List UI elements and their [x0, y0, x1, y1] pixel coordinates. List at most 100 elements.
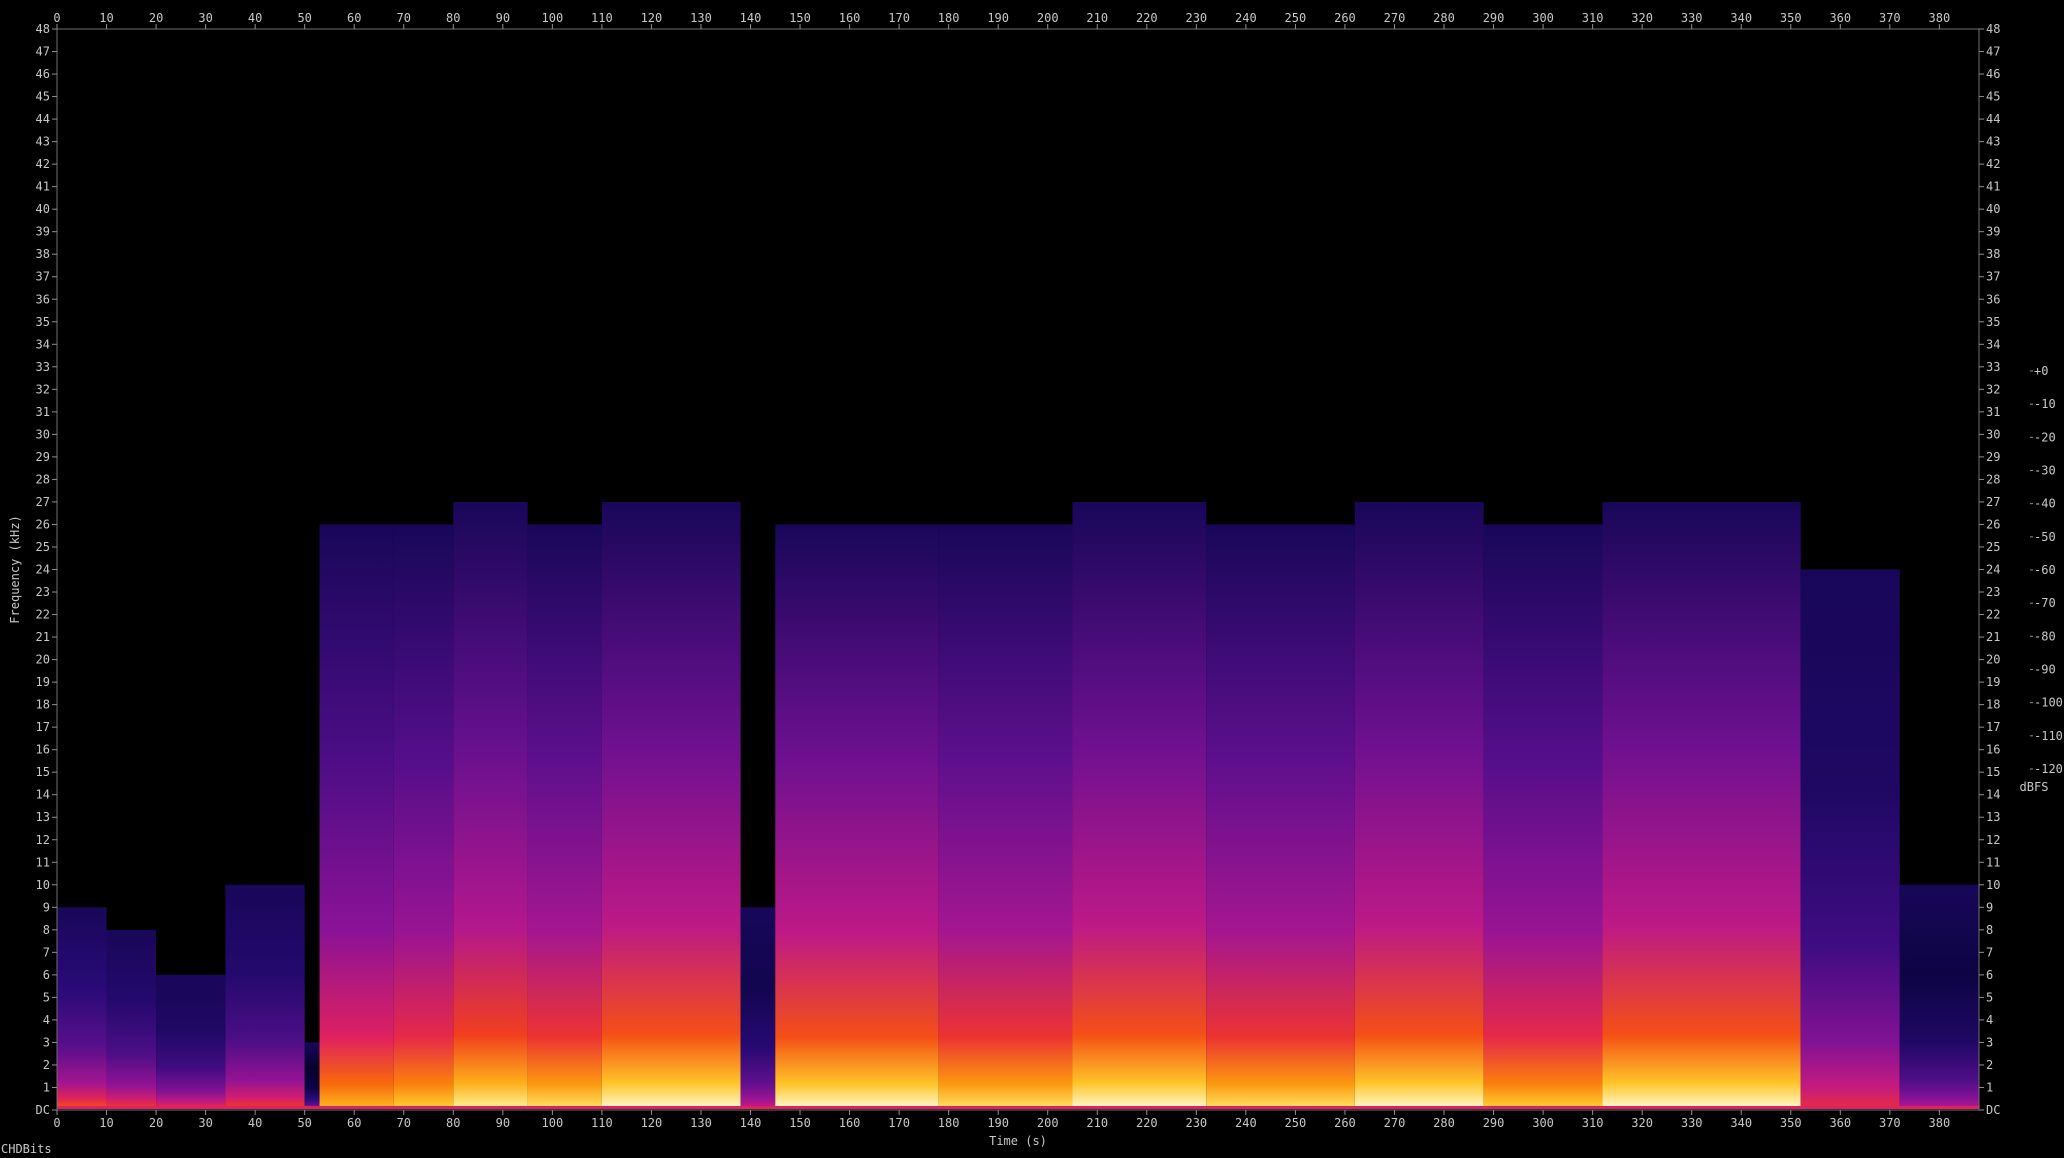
x-tick-label-top: 290 [1483, 11, 1505, 25]
x-tick-label-bottom: 80 [446, 1116, 460, 1130]
x-tick-label-top: 0 [53, 11, 60, 25]
x-tick-label-bottom: 10 [99, 1116, 113, 1130]
y-tick-label-left: 48 [36, 22, 50, 36]
y-tick-label-left: 1 [43, 1080, 50, 1094]
y-tick-label-left: 14 [36, 788, 50, 802]
colorbar-tick-label: -50 [2034, 530, 2056, 544]
x-tick-label-bottom: 320 [1631, 1116, 1653, 1130]
energy-segment [106, 929, 157, 1107]
x-tick-label-bottom: 30 [198, 1116, 212, 1130]
y-tick-label-left: 34 [36, 337, 50, 351]
x-tick-label-top: 30 [198, 11, 212, 25]
x-tick-label-bottom: 0 [53, 1116, 60, 1130]
y-tick-label-right: 45 [1986, 90, 2000, 104]
y-tick-label-right: 7 [1986, 945, 1993, 959]
x-tick-label-top: 20 [149, 11, 163, 25]
energy-segment [775, 524, 939, 1107]
y-tick-label-left: 29 [36, 450, 50, 464]
energy-segment [393, 524, 454, 1107]
y-tick-label-right: 11 [1986, 855, 2000, 869]
y-tick-label-left: 4 [43, 1013, 50, 1027]
y-tick-label-left: DC [36, 1103, 50, 1117]
x-tick-label-bottom: 20 [149, 1116, 163, 1130]
colorbar-tick-label: -10 [2034, 397, 2056, 411]
x-tick-label-top: 100 [542, 11, 564, 25]
x-tick-label-top: 90 [496, 11, 510, 25]
energy-segment [57, 907, 107, 1107]
y-tick-label-left: 37 [36, 270, 50, 284]
y-tick-label-right: 35 [1986, 315, 2000, 329]
y-tick-label-right: 34 [1986, 337, 2000, 351]
y-tick-label-left: 2 [43, 1058, 50, 1072]
y-tick-label-right: 42 [1986, 157, 2000, 171]
y-tick-label-right: 44 [1986, 112, 2000, 126]
x-tick-label-bottom: 350 [1780, 1116, 1802, 1130]
y-tick-label-left: 46 [36, 67, 50, 81]
x-tick-label-bottom: 50 [297, 1116, 311, 1130]
y-tick-label-right: DC [1986, 1103, 2000, 1117]
x-tick-label-bottom: 210 [1086, 1116, 1108, 1130]
y-tick-label-right: 36 [1986, 292, 2000, 306]
footer-source-label: CHDBits [1, 1142, 52, 1156]
x-tick-label-bottom: 110 [591, 1116, 613, 1130]
x-tick-label-top: 280 [1433, 11, 1455, 25]
y-tick-label-right: 47 [1986, 45, 2000, 59]
x-tick-label-top: 180 [938, 11, 960, 25]
energy-segment [601, 501, 741, 1107]
y-tick-label-left: 33 [36, 360, 50, 374]
colorbar-tick-label: -70 [2034, 596, 2056, 610]
y-tick-label-right: 46 [1986, 67, 2000, 81]
colorbar-tick-label: -20 [2034, 430, 2056, 444]
x-tick-label-bottom: 340 [1730, 1116, 1752, 1130]
x-tick-label-bottom: 120 [641, 1116, 663, 1130]
x-tick-label-bottom: 220 [1136, 1116, 1158, 1130]
y-tick-label-left: 24 [36, 563, 50, 577]
dc-baseline [57, 1106, 1979, 1109]
y-tick-label-right: 17 [1986, 720, 2000, 734]
y-tick-label-right: 38 [1986, 247, 2000, 261]
y-tick-label-right: 14 [1986, 788, 2000, 802]
y-tick-label-right: 29 [1986, 450, 2000, 464]
x-tick-label-bottom: 260 [1334, 1116, 1356, 1130]
x-tick-label-bottom: 130 [690, 1116, 712, 1130]
y-tick-label-left: 19 [36, 675, 50, 689]
y-tick-label-right: 8 [1986, 923, 1993, 937]
y-tick-label-right: 9 [1986, 900, 1993, 914]
x-tick-label-top: 110 [591, 11, 613, 25]
x-tick-label-bottom: 300 [1532, 1116, 1554, 1130]
y-tick-label-right: 12 [1986, 833, 2000, 847]
energy-segment [1354, 501, 1484, 1107]
spectral-energy-layer [57, 501, 1979, 1109]
y-tick-label-left: 15 [36, 765, 50, 779]
y-tick-label-left: 10 [36, 878, 50, 892]
x-tick-label-bottom: 70 [397, 1116, 411, 1130]
y-tick-label-left: 21 [36, 630, 50, 644]
x-tick-label-bottom: 310 [1582, 1116, 1604, 1130]
colorbar: +0 -10 -20 -30 -40 -50 -60 -70 -80 -90 -100 -110 -12… [2018, 364, 2063, 776]
y-tick-label-right: 16 [1986, 743, 2000, 757]
y-tick-label-right: 18 [1986, 698, 2000, 712]
y-tick-label-left: 43 [36, 135, 50, 149]
x-tick-label-top: 340 [1730, 11, 1752, 25]
y-tick-label-right: 40 [1986, 202, 2000, 216]
x-tick-label-top: 170 [888, 11, 910, 25]
y-tick-label-right: 26 [1986, 517, 2000, 531]
x-tick-label-top: 130 [690, 11, 712, 25]
x-tick-label-top: 350 [1780, 11, 1802, 25]
y-axis-left: DC12345678910111213141516171819202122232… [36, 22, 57, 1117]
x-tick-label-bottom: 270 [1384, 1116, 1406, 1130]
y-tick-label-right: 48 [1986, 22, 2000, 36]
y-tick-label-left: 38 [36, 247, 50, 261]
y-tick-label-left: 31 [36, 405, 50, 419]
y-tick-label-right: 33 [1986, 360, 2000, 374]
x-axis-title: Time (s) [989, 1134, 1047, 1148]
x-tick-label-top: 150 [789, 11, 811, 25]
y-tick-label-left: 30 [36, 427, 50, 441]
y-tick-label-right: 10 [1986, 878, 2000, 892]
y-tick-label-left: 27 [36, 495, 50, 509]
y-tick-label-left: 16 [36, 743, 50, 757]
y-tick-label-right: 20 [1986, 653, 2000, 667]
energy-segment [527, 524, 602, 1107]
x-tick-label-top: 200 [1037, 11, 1059, 25]
y-tick-label-left: 18 [36, 698, 50, 712]
